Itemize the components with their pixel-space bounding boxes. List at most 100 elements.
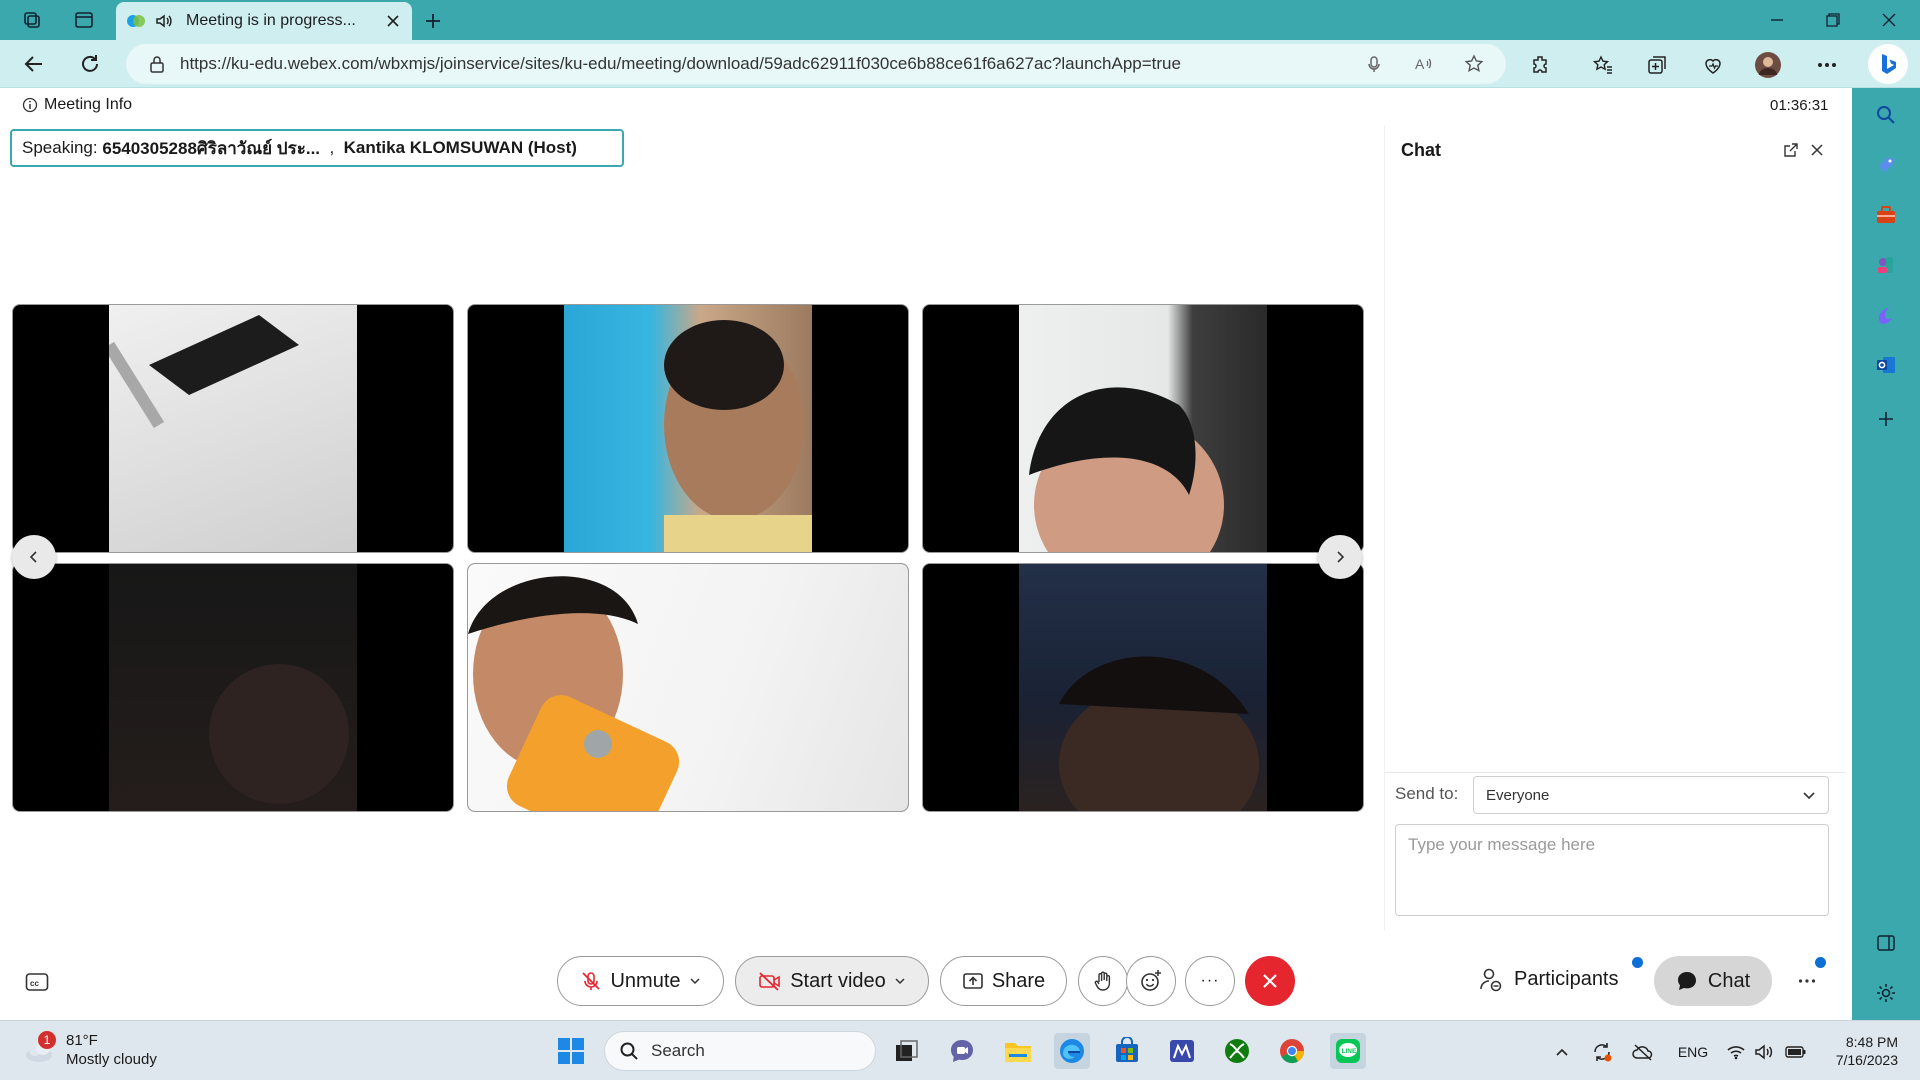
volume-icon[interactable] — [1752, 1040, 1776, 1064]
sidebar-search-icon[interactable] — [1871, 100, 1901, 130]
task-view-icon[interactable] — [888, 1033, 924, 1069]
xbox-icon[interactable] — [1219, 1033, 1255, 1069]
bing-copilot-icon[interactable] — [1868, 44, 1908, 84]
browser-essentials-icon[interactable] — [1698, 50, 1728, 80]
restore-button[interactable] — [1810, 4, 1856, 36]
cc-icon: cc — [25, 973, 49, 991]
speaking-label: Speaking: — [22, 138, 98, 157]
video-feed — [564, 305, 812, 552]
back-button[interactable] — [18, 48, 50, 80]
send-to-select[interactable]: Everyone — [1473, 776, 1829, 814]
raise-hand-button[interactable] — [1078, 956, 1128, 1006]
url-text[interactable]: https://ku-edu.webex.com/wbxmjs/joinserv… — [180, 54, 1330, 74]
language-indicator[interactable]: ENG — [1676, 1040, 1710, 1064]
unmute-button[interactable]: Unmute — [557, 956, 724, 1006]
read-aloud-icon[interactable]: A — [1412, 52, 1436, 76]
leave-meeting-button[interactable] — [1245, 956, 1295, 1006]
chrome-icon[interactable] — [1274, 1033, 1310, 1069]
sidebar-tools-icon[interactable] — [1871, 200, 1901, 230]
sidebar-outlook-icon[interactable] — [1871, 350, 1901, 380]
share-button[interactable]: Share — [940, 956, 1067, 1006]
tab-actions-icon[interactable] — [70, 6, 98, 34]
microphone-icon[interactable] — [1362, 52, 1386, 76]
favorites-icon[interactable] — [1588, 50, 1618, 80]
chat-panel-title: Chat — [1401, 140, 1441, 160]
video-tile-3[interactable] — [922, 304, 1364, 553]
new-tab-button[interactable] — [420, 8, 446, 34]
meeting-info-label[interactable]: Meeting Info — [44, 96, 132, 114]
tab-webex-meeting[interactable]: Meeting is in progress... — [116, 2, 412, 40]
workspaces-icon[interactable] — [18, 6, 46, 34]
address-bar[interactable]: https://ku-edu.webex.com/wbxmjs/joinserv… — [126, 44, 1506, 84]
close-icon[interactable] — [1807, 140, 1827, 160]
next-page-button[interactable] — [1318, 535, 1362, 579]
chat-button[interactable]: Chat — [1654, 956, 1772, 1006]
edge-browser-icon[interactable] — [1054, 1033, 1090, 1069]
tab-audio-icon[interactable] — [154, 11, 174, 31]
sidebar-shopping-icon[interactable] — [1871, 150, 1901, 180]
info-icon — [22, 97, 38, 113]
tab-close-icon[interactable] — [384, 12, 402, 30]
unmute-label: Unmute — [610, 969, 681, 992]
show-hidden-icons-chevron-up-icon[interactable] — [1550, 1040, 1574, 1064]
taskbar-search[interactable]: Search — [604, 1031, 876, 1071]
windows-logo-icon — [558, 1038, 584, 1064]
reactions-button[interactable] — [1126, 956, 1176, 1006]
svg-text:LINE: LINE — [1342, 1048, 1357, 1055]
video-tile-2[interactable] — [467, 304, 909, 553]
video-tile-5[interactable] — [467, 563, 909, 812]
video-tile-1[interactable] — [12, 304, 454, 553]
more-options-button[interactable]: ··· — [1185, 956, 1235, 1006]
math-app-icon[interactable] — [1164, 1033, 1200, 1069]
sidebar-settings-icon[interactable] — [1871, 978, 1901, 1008]
active-speaker-banner: Speaking: 6540305288ศิริลาวัณย์ ประ... ,… — [10, 129, 624, 167]
meeting-timer: 01:36:31 — [1770, 97, 1829, 114]
onedrive-offline-icon[interactable] — [1631, 1040, 1655, 1064]
share-screen-icon — [963, 973, 983, 989]
svg-text:A: A — [1415, 56, 1425, 72]
microsoft-store-icon[interactable] — [1109, 1033, 1145, 1069]
start-video-button[interactable]: Start video — [735, 956, 929, 1006]
favorite-star-icon[interactable] — [1462, 52, 1486, 76]
participants-icon — [1480, 968, 1502, 992]
host-role-label: (Host) — [527, 138, 577, 157]
participants-button[interactable]: Participants — [1478, 966, 1619, 992]
minimize-button[interactable] — [1754, 4, 1800, 36]
battery-charging-icon[interactable] — [1784, 1040, 1808, 1064]
sync-icon[interactable] — [1590, 1040, 1614, 1064]
extensions-icon[interactable] — [1526, 50, 1556, 80]
settings-more-icon[interactable] — [1812, 50, 1842, 80]
lock-icon[interactable] — [148, 55, 166, 73]
tab-title: Meeting is in progress... — [186, 12, 356, 29]
teams-chat-icon[interactable] — [944, 1033, 980, 1069]
previous-page-button[interactable] — [12, 535, 56, 579]
line-app-icon[interactable]: LINE — [1330, 1033, 1366, 1069]
webex-favicon-icon — [127, 15, 145, 27]
wifi-icon[interactable] — [1724, 1040, 1748, 1064]
weather-cloud-icon: 1 — [22, 1031, 56, 1067]
chevron-down-icon[interactable] — [894, 975, 906, 987]
video-tile-4[interactable] — [12, 563, 454, 812]
meeting-info-button[interactable]: Meeting Info — [22, 96, 132, 114]
ellipsis-icon — [1798, 979, 1816, 983]
close-window-button[interactable] — [1866, 4, 1912, 36]
closed-captions-button[interactable]: cc — [22, 967, 52, 997]
send-to-value[interactable]: Everyone — [1486, 787, 1802, 804]
sidebar-hide-icon[interactable] — [1871, 928, 1901, 958]
speaker-name-2: Kantika KLOMSUWAN — [343, 138, 524, 157]
sidebar-games-icon[interactable] — [1871, 250, 1901, 280]
popout-icon[interactable] — [1781, 140, 1801, 160]
sidebar-add-icon[interactable] — [1871, 404, 1901, 434]
file-explorer-icon[interactable] — [1000, 1033, 1036, 1069]
collections-icon[interactable] — [1642, 50, 1672, 80]
chat-message-input[interactable] — [1395, 824, 1829, 916]
refresh-button[interactable] — [74, 48, 106, 80]
chevron-down-icon[interactable] — [689, 975, 701, 987]
start-button[interactable] — [553, 1033, 589, 1069]
profile-avatar[interactable] — [1753, 50, 1783, 80]
weather-widget[interactable]: 1 81°F Mostly cloudy — [22, 1031, 157, 1069]
taskbar-clock[interactable]: 8:48 PM 7/16/2023 — [1826, 1033, 1898, 1069]
video-tile-6[interactable] — [922, 563, 1364, 812]
more-actions-button[interactable] — [1792, 966, 1822, 996]
sidebar-copilot-icon[interactable] — [1871, 300, 1901, 330]
